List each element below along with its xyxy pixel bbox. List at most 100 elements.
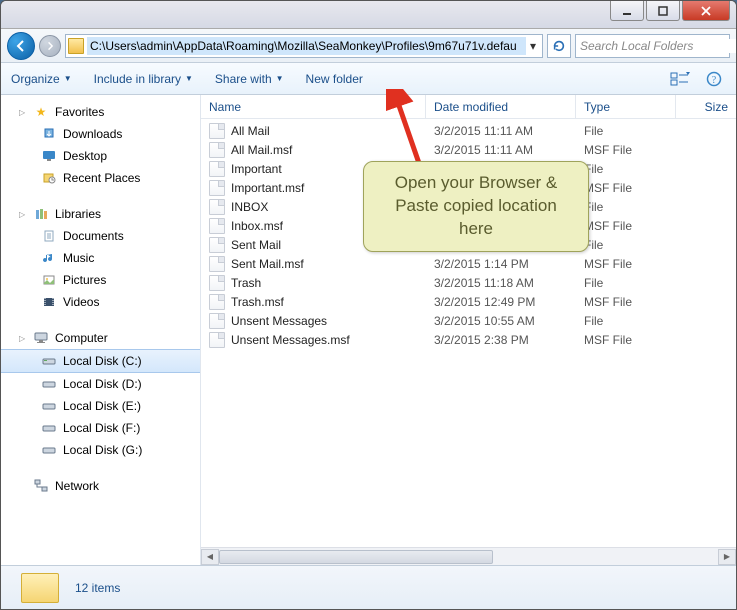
new-folder-button[interactable]: New folder (306, 72, 363, 86)
search-input[interactable] (580, 39, 737, 53)
music-icon (41, 250, 57, 266)
share-with-menu[interactable]: Share with▼ (215, 72, 284, 86)
sidebar-item-documents[interactable]: Documents (1, 225, 200, 247)
sidebar-item-disk-g[interactable]: Local Disk (G:) (1, 439, 200, 461)
forward-button[interactable] (39, 35, 61, 57)
table-row[interactable]: All Mail.msf3/2/2015 11:11 AMMSF File (201, 140, 736, 159)
horizontal-scrollbar[interactable]: ◀ ▶ (201, 547, 736, 565)
include-label: Include in library (94, 72, 181, 86)
file-icon (209, 161, 225, 177)
file-name-cell: Trash.msf (201, 294, 426, 310)
file-type-cell: MSF File (576, 257, 676, 271)
organize-menu[interactable]: Organize▼ (11, 72, 72, 86)
sidebar-item-disk-d[interactable]: Local Disk (D:) (1, 373, 200, 395)
libraries-icon (33, 206, 49, 222)
sidebar-item-label: Local Disk (G:) (63, 443, 142, 457)
close-button[interactable] (682, 1, 730, 21)
address-bar[interactable]: ▾ (65, 34, 543, 58)
maximize-button[interactable] (646, 1, 680, 21)
col-date[interactable]: Date modified (426, 95, 576, 118)
file-name-cell: All Mail (201, 123, 426, 139)
explorer-window: ▾ Organize▼ Include in library▼ Share wi… (0, 0, 737, 610)
sidebar-item-disk-c[interactable]: Local Disk (C:) (1, 349, 200, 373)
table-row[interactable]: Sent Mail.msf3/2/2015 1:14 PMMSF File (201, 254, 736, 273)
back-button[interactable] (7, 32, 35, 60)
scroll-track[interactable] (219, 549, 718, 565)
sidebar-item-downloads[interactable]: Downloads (1, 123, 200, 145)
file-icon (209, 275, 225, 291)
sidebar-item-label: Local Disk (F:) (63, 421, 140, 435)
collapse-icon: ▷ (19, 334, 27, 343)
sidebar-item-label: Documents (63, 229, 124, 243)
file-type-cell: MSF File (576, 143, 676, 157)
file-icon (209, 294, 225, 310)
col-type[interactable]: Type (576, 95, 676, 118)
callout-text: Open your Browser & Paste copied locatio… (395, 173, 558, 238)
drive-icon (41, 353, 57, 369)
sidebar-item-label: Pictures (63, 273, 106, 287)
col-size[interactable]: Size (676, 95, 736, 118)
table-row[interactable]: Trash.msf3/2/2015 12:49 PMMSF File (201, 292, 736, 311)
file-date-cell: 3/2/2015 11:11 AM (426, 143, 576, 157)
network-label: Network (55, 479, 99, 493)
file-type-cell: File (576, 200, 676, 214)
file-date-cell: 3/2/2015 11:18 AM (426, 276, 576, 290)
file-type-cell: File (576, 238, 676, 252)
refresh-button[interactable] (547, 34, 571, 58)
scroll-left-arrow[interactable]: ◀ (201, 549, 219, 565)
col-name[interactable]: Name (201, 95, 426, 118)
sidebar-item-recent[interactable]: Recent Places (1, 167, 200, 189)
sidebar-item-label: Recent Places (63, 171, 140, 185)
address-dropdown[interactable]: ▾ (526, 39, 540, 53)
file-icon (209, 332, 225, 348)
address-input[interactable] (87, 37, 526, 55)
libraries-header[interactable]: ▷ Libraries (1, 203, 200, 225)
table-row[interactable]: Unsent Messages.msf3/2/2015 2:38 PMMSF F… (201, 330, 736, 349)
sidebar-item-desktop[interactable]: Desktop (1, 145, 200, 167)
file-name-cell: Trash (201, 275, 426, 291)
folder-icon (21, 573, 59, 603)
star-icon: ★ (33, 104, 49, 120)
scroll-thumb[interactable] (219, 550, 493, 564)
sidebar-item-disk-f[interactable]: Local Disk (F:) (1, 417, 200, 439)
sidebar-item-videos[interactable]: Videos (1, 291, 200, 313)
network-header[interactable]: ▷ Network (1, 475, 200, 497)
view-button[interactable] (668, 68, 692, 90)
chevron-down-icon: ▼ (185, 74, 193, 83)
table-row[interactable]: Unsent Messages3/2/2015 10:55 AMFile (201, 311, 736, 330)
libraries-label: Libraries (55, 207, 101, 221)
videos-icon (41, 294, 57, 310)
drive-icon (41, 398, 57, 414)
computer-header[interactable]: ▷ Computer (1, 327, 200, 349)
file-type-cell: MSF File (576, 295, 676, 309)
sidebar-item-music[interactable]: Music (1, 247, 200, 269)
minimize-button[interactable] (610, 1, 644, 21)
navbar: ▾ (1, 29, 736, 63)
table-row[interactable]: All Mail3/2/2015 11:11 AMFile (201, 121, 736, 140)
file-name-cell: Sent Mail.msf (201, 256, 426, 272)
sidebar-item-disk-e[interactable]: Local Disk (E:) (1, 395, 200, 417)
sidebar-item-label: Local Disk (C:) (63, 354, 142, 368)
drive-icon (41, 442, 57, 458)
sidebar-item-pictures[interactable]: Pictures (1, 269, 200, 291)
scroll-right-arrow[interactable]: ▶ (718, 549, 736, 565)
file-date-cell: 3/2/2015 10:55 AM (426, 314, 576, 328)
file-icon (209, 218, 225, 234)
file-type-cell: MSF File (576, 333, 676, 347)
file-type-cell: File (576, 276, 676, 290)
favorites-header[interactable]: ▷ ★ Favorites (1, 101, 200, 123)
chevron-down-icon: ▼ (276, 74, 284, 83)
libraries-group: ▷ Libraries Documents Music Pictures (1, 203, 200, 313)
status-count: 12 items (75, 581, 120, 595)
file-type-cell: MSF File (576, 219, 676, 233)
sidebar-item-label: Desktop (63, 149, 107, 163)
include-library-menu[interactable]: Include in library ▼ (94, 72, 193, 86)
favorites-label: Favorites (55, 105, 104, 119)
annotation-callout: Open your Browser & Paste copied locatio… (363, 161, 589, 252)
search-box[interactable] (575, 34, 730, 58)
help-button[interactable]: ? (702, 68, 726, 90)
file-icon (209, 237, 225, 253)
table-row[interactable]: Trash3/2/2015 11:18 AMFile (201, 273, 736, 292)
file-date-cell: 3/2/2015 1:14 PM (426, 257, 576, 271)
organize-label: Organize (11, 72, 60, 86)
